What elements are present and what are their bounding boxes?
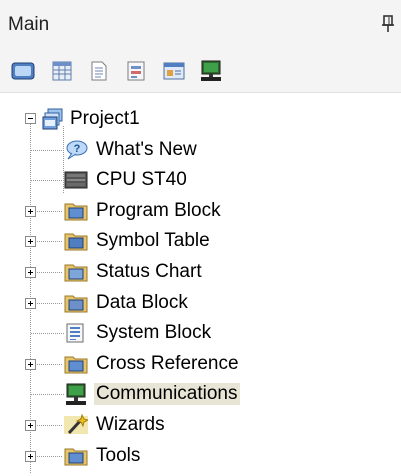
expand-toggle[interactable] (25, 450, 36, 462)
symbol-table-folder-icon (64, 230, 88, 252)
system-block-icon (64, 322, 86, 344)
tree-item-label: Wizards (96, 414, 165, 435)
symbol-table-toolbar-button[interactable] (8, 56, 38, 86)
tree-item-label: Data Block (96, 291, 188, 313)
tree-connector (31, 394, 65, 396)
data-block-folder-icon (64, 292, 88, 314)
expand-toggle[interactable] (25, 267, 36, 278)
tree-connector (37, 455, 63, 457)
expand-toggle[interactable] (25, 358, 36, 370)
cross-reference-folder-icon (64, 353, 88, 375)
pin-icon[interactable] (380, 14, 400, 36)
cross-reference-toolbar-button[interactable] (159, 56, 189, 86)
tree-item-cpu-st40[interactable]: CPU ST40 (0, 166, 401, 196)
tree-connector (37, 210, 63, 212)
tree-item-cross-reference[interactable]: Cross Reference (0, 350, 401, 380)
tree-item-label: What's New (96, 138, 197, 160)
tree-item-what-s-new[interactable]: ? What's New (0, 136, 401, 166)
tree-item-label: Cross Reference (96, 352, 239, 374)
tree-item-label: Tools (96, 444, 141, 466)
help-bubble-icon: ? (64, 139, 88, 161)
tree-connector (37, 272, 63, 273)
toolbar (0, 50, 401, 93)
tree-item-symbol-table[interactable]: Symbol Table (0, 227, 401, 257)
expand-toggle[interactable] (25, 420, 36, 431)
tree-item-system-block[interactable]: System Block (0, 319, 401, 349)
project-tree: Project1 ? What's New CPU ST40 Program Bloc… (0, 92, 401, 476)
tree-item-program-block[interactable]: Program Block (0, 197, 401, 227)
expand-toggle[interactable] (25, 297, 36, 309)
status-chart-toolbar-button[interactable] (47, 56, 77, 86)
project-icon (42, 108, 64, 130)
panel-header: Main (0, 0, 401, 51)
expand-toggle[interactable] (25, 236, 36, 248)
tree-item-label: Communications (94, 383, 240, 406)
program-block-folder-icon (64, 200, 88, 222)
expand-toggle[interactable] (25, 205, 36, 217)
tree-connector (37, 363, 63, 365)
tree-root-row[interactable]: Project1 (0, 105, 401, 135)
tree-connector (31, 333, 65, 335)
tree-item-label: CPU ST40 (96, 169, 187, 191)
status-chart-folder-icon (64, 261, 88, 283)
tree-item-communications[interactable]: Communications (0, 380, 401, 410)
tree-connector (37, 241, 63, 243)
data-block-toolbar-button[interactable] (84, 56, 114, 86)
tree-connector (31, 180, 65, 182)
tree-item-data-block[interactable]: Data Block (0, 289, 401, 319)
tree-item-label: Symbol Table (96, 230, 210, 252)
panel-title: Main (8, 14, 50, 35)
tree-connector (37, 425, 63, 426)
tree-item-label: System Block (96, 322, 212, 344)
collapse-toggle[interactable] (25, 113, 36, 124)
wizard-wand-icon (64, 413, 90, 436)
tree-item-label: Program Block (96, 199, 221, 221)
communications-icon (64, 383, 86, 406)
communications-toolbar-button[interactable] (196, 56, 226, 86)
svg-text:?: ? (74, 143, 81, 155)
tree-item-label: Status Chart (96, 261, 202, 282)
tree-connector (37, 302, 63, 304)
tree-item-tools[interactable]: Tools (0, 442, 401, 472)
tree-item-wizards[interactable]: Wizards (0, 411, 401, 441)
tree-root-label: Project1 (70, 108, 140, 129)
cpu-module-icon (64, 169, 88, 191)
tree-item-status-chart[interactable]: Status Chart (0, 258, 401, 288)
tree-connector (31, 149, 65, 151)
tools-folder-icon (64, 445, 88, 467)
system-block-toolbar-button[interactable] (121, 56, 151, 86)
